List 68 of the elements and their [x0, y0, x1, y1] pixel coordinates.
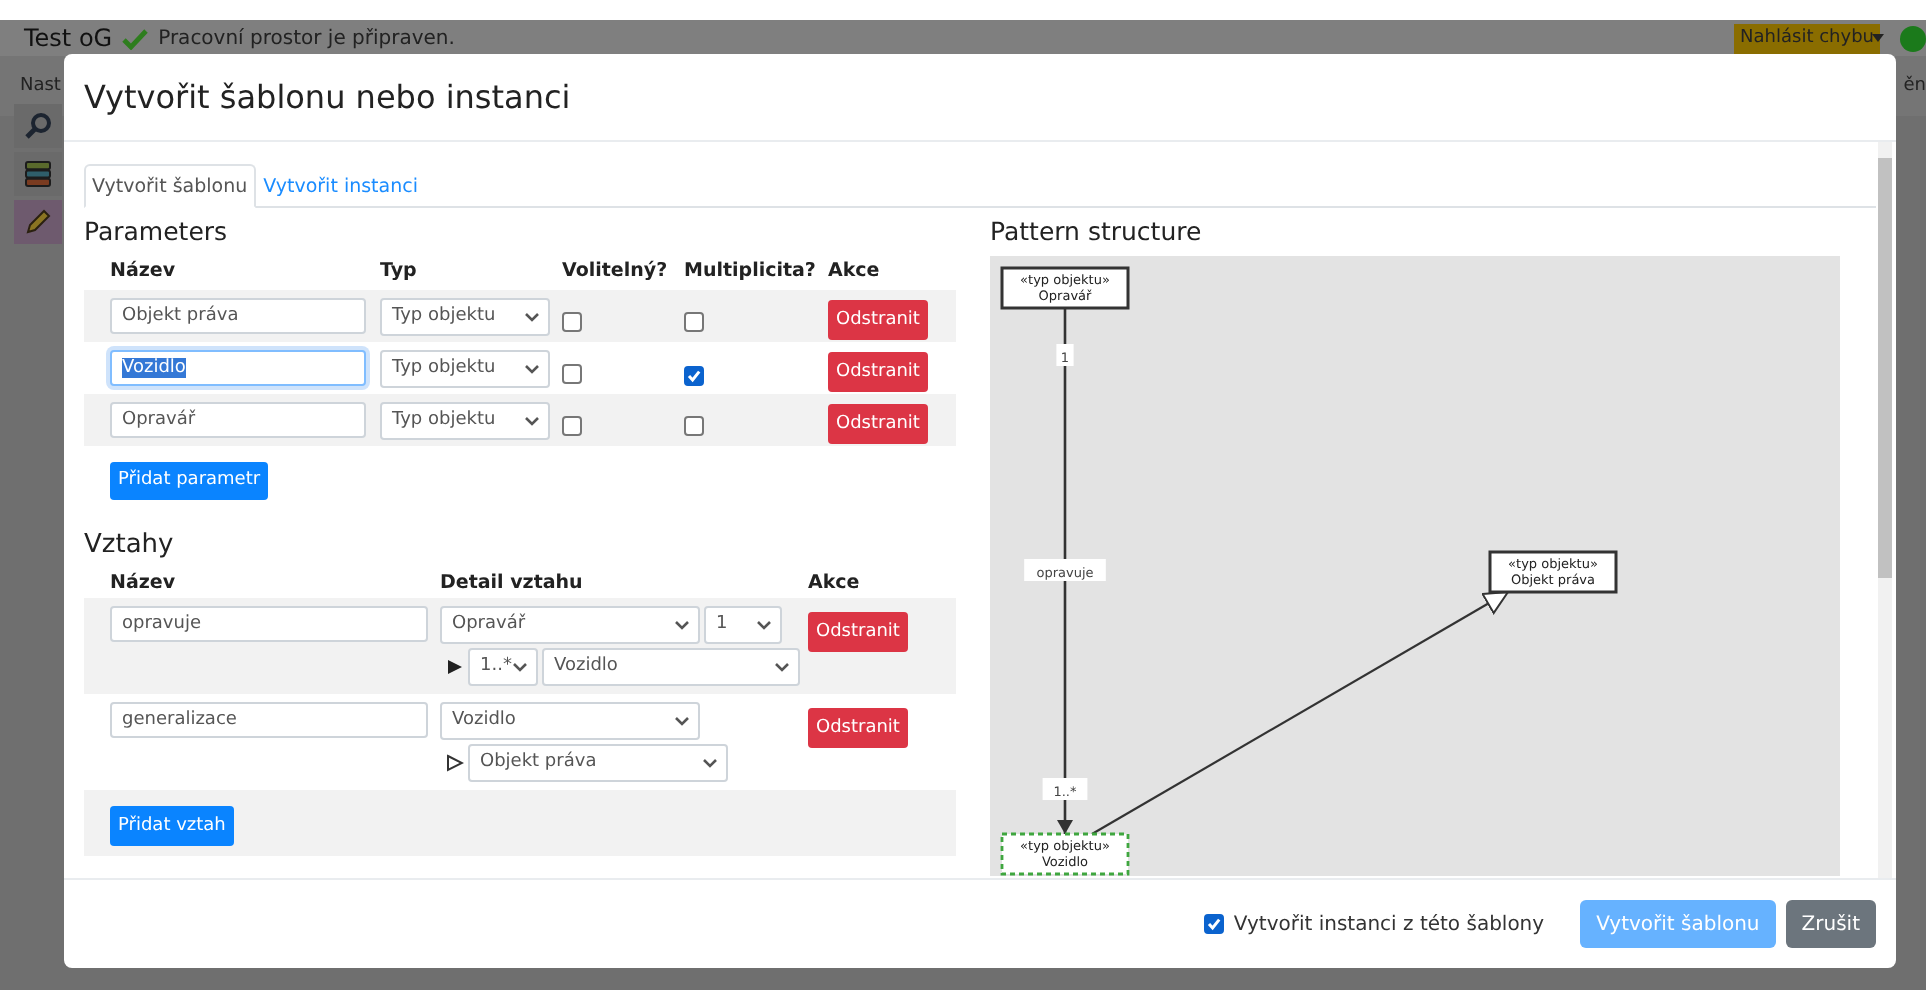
check-icon [122, 27, 149, 49]
delete-button[interactable]: Odstranit [828, 403, 928, 443]
checkbox[interactable] [562, 364, 582, 384]
menu-label: ěn [1903, 76, 1926, 96]
hollow-triangle-icon [446, 753, 464, 771]
filled-triangle-icon [446, 657, 464, 675]
add-relation-button[interactable]: Přidat vztah [110, 805, 234, 845]
input-field[interactable]: Objekt práva [110, 298, 366, 334]
sidebar-button[interactable] [14, 104, 62, 148]
select-field[interactable]: Typ objektu [380, 349, 550, 387]
dialog-title: Vytvořit šablonu nebo instanci [84, 78, 571, 116]
checkbox[interactable] [562, 416, 582, 436]
select-field[interactable]: Vozidlo [440, 701, 700, 739]
add-parameter-button[interactable]: Přidat parametr [110, 461, 269, 499]
book-stack-icon[interactable] [24, 160, 52, 188]
column-header: Název [110, 571, 178, 593]
section-heading: Parameters [84, 214, 230, 250]
checkbox[interactable] [684, 312, 704, 332]
select-field[interactable]: Typ objektu [380, 297, 550, 335]
chevron-icon [756, 619, 772, 629]
select-field[interactable]: Typ objektu [380, 401, 550, 439]
checkbox[interactable] [684, 366, 704, 386]
chevron-icon [674, 715, 690, 725]
chevron-icon [524, 311, 540, 321]
app-title: Test oG [24, 24, 113, 52]
select-field[interactable]: 1..* [468, 647, 538, 685]
section-heading: Pattern structure [990, 214, 1204, 250]
input-field[interactable]: opravuje [110, 605, 428, 641]
cancel-button[interactable]: Zrušit [1785, 900, 1876, 948]
select-field[interactable]: Objekt práva [468, 743, 728, 781]
input-field[interactable]: Vozidlo [110, 350, 366, 386]
delete-button[interactable]: Odstranit [828, 351, 928, 391]
delete-button[interactable]: Odstranit [828, 299, 928, 339]
menu-label: Nast [20, 76, 61, 96]
checkbox[interactable] [562, 312, 582, 332]
pencil-icon[interactable] [24, 208, 52, 236]
chevron-icon [774, 661, 790, 671]
input-field[interactable]: generalizace [110, 701, 428, 737]
scrollbar[interactable] [1878, 142, 1892, 878]
chevron-icon [674, 619, 690, 629]
chevron-icon [524, 415, 540, 425]
column-header: Název [110, 259, 178, 281]
delete-button[interactable]: Odstranit [808, 611, 908, 651]
checkbox-label: Vytvořit instanci z této šablony [1233, 913, 1545, 935]
select-field[interactable]: 1 [704, 605, 782, 643]
sidebar-button[interactable] [14, 152, 62, 196]
column-header: Akce [808, 571, 862, 593]
column-header: Detail vztahu [440, 571, 585, 593]
column-header: Multiplicita? [684, 259, 818, 281]
caret-icon[interactable] [1872, 34, 1884, 42]
column-header: Volitelný? [562, 259, 670, 281]
select-field[interactable]: Vozidlo [542, 647, 800, 685]
section-heading: Vztahy [84, 527, 176, 563]
chevron-icon [512, 661, 528, 671]
checkbox[interactable] [1203, 914, 1224, 934]
column-header: Typ [380, 259, 419, 281]
status-dot-icon [1900, 25, 1926, 51]
search-icon[interactable] [24, 112, 52, 140]
delete-button[interactable]: Odstranit [808, 707, 908, 747]
input-field[interactable]: Opravář [110, 402, 366, 438]
sidebar-button[interactable] [14, 200, 62, 244]
status-text: Pracovní prostor je připraven. [158, 27, 455, 49]
chevron-icon [702, 757, 718, 767]
checkbox[interactable] [684, 416, 704, 436]
chevron-icon [524, 363, 540, 373]
tab[interactable]: Vytvořit šablonu [84, 164, 256, 208]
select-field[interactable]: Opravář [440, 605, 700, 643]
column-header: Akce [828, 259, 882, 281]
